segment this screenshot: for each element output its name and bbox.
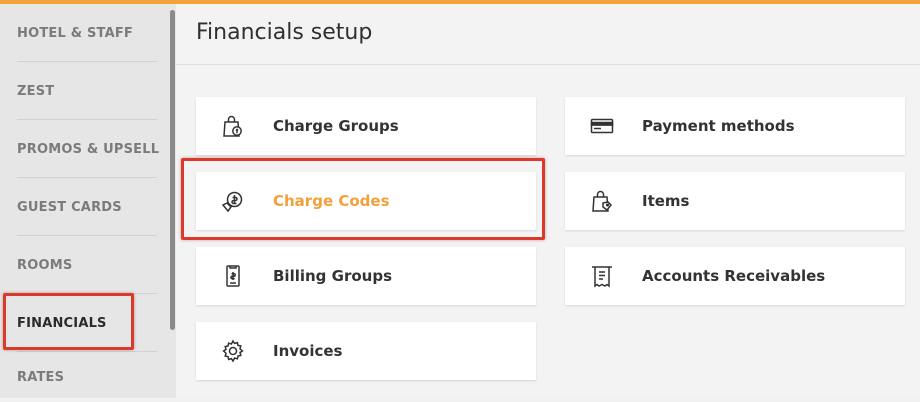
sidebar-item-rates[interactable]: RATES [0, 352, 160, 402]
payment-methods-card[interactable]: Payment methods [565, 97, 905, 155]
charge-groups-card[interactable]: Charge Groups [196, 97, 536, 155]
charge-codes-highlight-box [181, 158, 545, 240]
sidebar-item-label: GUEST CARDS [17, 199, 122, 215]
sidebar-item-hotel-staff[interactable]: HOTEL & STAFF [0, 4, 160, 62]
invoices-label: Invoices [273, 342, 343, 360]
sidebar-item-label: ZEST [17, 83, 55, 99]
billing-groups-icon [220, 263, 246, 289]
sidebar-item-rooms[interactable]: ROOMS [0, 236, 160, 294]
gear-icon [220, 338, 246, 364]
sidebar-scrollbar[interactable] [170, 10, 175, 330]
sidebar-item-label: RATES [17, 369, 65, 385]
items-card[interactable]: Items [565, 172, 905, 230]
payment-methods-label: Payment methods [642, 117, 795, 135]
sidebar-item-label: PROMOS & UPSELL [17, 141, 160, 157]
sidebar-item-guest-cards[interactable]: GUEST CARDS [0, 178, 160, 236]
items-label: Items [642, 192, 690, 210]
sidebar-item-zest[interactable]: ZEST [0, 62, 160, 120]
invoices-card[interactable]: Invoices [196, 322, 536, 380]
items-bag-icon [589, 188, 615, 214]
title-divider [176, 64, 920, 65]
charge-groups-label: Charge Groups [273, 117, 399, 135]
credit-card-icon [589, 113, 615, 139]
billing-groups-card[interactable]: Billing Groups [196, 247, 536, 305]
page-title: Financials setup [196, 20, 373, 45]
accounts-receivables-card[interactable]: Accounts Receivables [565, 247, 905, 305]
sidebar-item-label: ROOMS [17, 257, 73, 273]
billing-groups-label: Billing Groups [273, 267, 392, 285]
charge-groups-icon [220, 113, 246, 139]
receipt-icon [589, 263, 615, 289]
accounts-receivables-label: Accounts Receivables [642, 267, 826, 285]
financials-highlight-box [3, 293, 134, 350]
sidebar-item-promos-upsell[interactable]: PROMOS & UPSELL [0, 120, 160, 178]
sidebar-item-label: HOTEL & STAFF [17, 25, 133, 41]
